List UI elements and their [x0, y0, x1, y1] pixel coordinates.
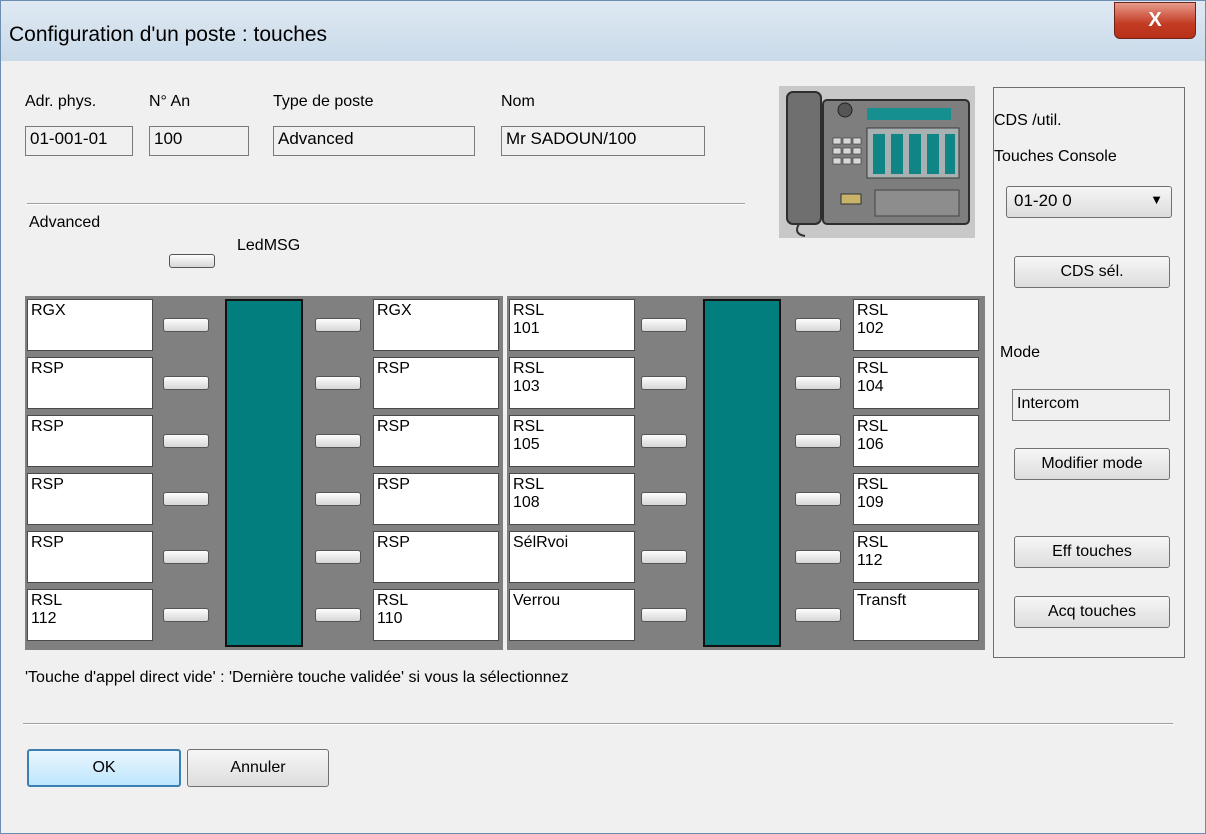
key-label[interactable]: RSP	[373, 531, 499, 583]
key-label[interactable]: SélRvoi	[509, 531, 635, 583]
line-key-button[interactable]	[795, 376, 841, 390]
line-key-button[interactable]	[795, 492, 841, 506]
key-label[interactable]: RSL 112	[27, 589, 153, 641]
line-key-button[interactable]	[641, 608, 687, 622]
line-key-button[interactable]	[163, 492, 209, 506]
key-label[interactable]: RSP	[27, 473, 153, 525]
line-key-button[interactable]	[163, 550, 209, 564]
key-label[interactable]: Verrou	[509, 589, 635, 641]
cancel-button[interactable]: Annuler	[187, 749, 329, 787]
phone-icon	[786, 91, 970, 237]
key-label[interactable]: RSL 112	[853, 531, 979, 583]
line-key-button[interactable]	[641, 376, 687, 390]
key-label[interactable]: RSL 105	[509, 415, 635, 467]
line-key-button[interactable]	[315, 318, 361, 332]
eff-touches-button[interactable]: Eff touches	[1014, 536, 1170, 568]
line-key-button[interactable]	[795, 608, 841, 622]
line-key-button[interactable]	[795, 434, 841, 448]
key-label[interactable]: RSL 110	[373, 589, 499, 641]
adr-label: Adr. phys.	[25, 93, 97, 110]
line-key-button[interactable]	[315, 492, 361, 506]
modifier-mode-button[interactable]: Modifier mode	[1014, 448, 1170, 480]
type-label: Type de poste	[273, 93, 374, 110]
mode-label: Mode	[1000, 344, 1041, 361]
key-label[interactable]: RSL 101	[509, 299, 635, 351]
line-key-button[interactable]	[641, 434, 687, 448]
line-key-button[interactable]	[641, 550, 687, 564]
window-title: Configuration d'un poste : touches	[9, 23, 328, 46]
line-key-button[interactable]	[315, 550, 361, 564]
display-strip-left	[225, 299, 303, 647]
cds-select-button[interactable]: CDS sél.	[1014, 256, 1170, 288]
footer-divider	[23, 723, 1173, 725]
cds-group: CDS /util. Touches Console 01-20 0 ▼ CDS…	[993, 87, 1185, 658]
phone-image	[779, 86, 975, 238]
led-msg-label: LedMSG	[237, 237, 301, 254]
key-label[interactable]: RSP	[27, 531, 153, 583]
key-panel-left: RGX RSP RSP RSP RSP RSL 112 RGX RSP RSP …	[25, 296, 503, 650]
display-strip-right	[703, 299, 781, 647]
header-divider	[27, 203, 745, 205]
range-select-value: 01-20 0	[1014, 191, 1072, 210]
mode-field[interactable]: Intercom	[1012, 389, 1170, 421]
line-key-button[interactable]	[795, 318, 841, 332]
chevron-down-icon: ▼	[1150, 192, 1163, 207]
key-label[interactable]: RSL 108	[509, 473, 635, 525]
line-key-button[interactable]	[315, 608, 361, 622]
key-label[interactable]: Transft	[853, 589, 979, 641]
type-field[interactable]: Advanced	[273, 126, 475, 156]
close-button[interactable]: X	[1114, 2, 1196, 39]
line-key-button[interactable]	[163, 318, 209, 332]
nom-field[interactable]: Mr SADOUN/100	[501, 126, 705, 156]
nan-label: N° An	[149, 93, 191, 110]
key-label[interactable]: RSP	[27, 415, 153, 467]
key-label[interactable]: RGX	[373, 299, 499, 351]
key-label[interactable]: RSP	[373, 473, 499, 525]
key-panel-right: RSL 101 RSL 103 RSL 105 RSL 108 SélRvoi …	[507, 296, 985, 650]
ok-button[interactable]: OK	[27, 749, 181, 787]
acq-touches-button[interactable]: Acq touches	[1014, 596, 1170, 628]
key-label[interactable]: RSL 102	[853, 299, 979, 351]
title-bar[interactable]: Configuration d'un poste : touches X	[1, 1, 1205, 61]
line-key-button[interactable]	[315, 434, 361, 448]
key-label[interactable]: RSP	[27, 357, 153, 409]
key-label[interactable]: RSL 104	[853, 357, 979, 409]
nan-field[interactable]: 100	[149, 126, 249, 156]
key-label[interactable]: RGX	[27, 299, 153, 351]
key-label[interactable]: RSP	[373, 357, 499, 409]
hint-text: 'Touche d'appel direct vide' : 'Dernière…	[25, 669, 569, 686]
config-window: Configuration d'un poste : touches X Adr…	[0, 0, 1206, 834]
close-icon: X	[1148, 9, 1162, 31]
range-select[interactable]: 01-20 0 ▼	[1006, 186, 1172, 218]
cds-label: CDS /util.	[994, 112, 1062, 129]
led-msg-indicator	[169, 254, 215, 268]
model-label: Advanced	[29, 214, 101, 231]
key-label[interactable]: RSL 103	[509, 357, 635, 409]
nom-label: Nom	[501, 93, 535, 110]
line-key-button[interactable]	[315, 376, 361, 390]
dialog-body: Adr. phys. 01-001-01 N° An 100 Type de p…	[9, 61, 1197, 821]
key-label[interactable]: RSL 106	[853, 415, 979, 467]
adr-field[interactable]: 01-001-01	[25, 126, 133, 156]
key-label[interactable]: RSL 109	[853, 473, 979, 525]
line-key-button[interactable]	[163, 434, 209, 448]
key-label[interactable]: RSP	[373, 415, 499, 467]
line-key-button[interactable]	[795, 550, 841, 564]
line-key-button[interactable]	[163, 376, 209, 390]
touches-console-label: Touches Console	[994, 148, 1117, 165]
line-key-button[interactable]	[163, 608, 209, 622]
line-key-button[interactable]	[641, 492, 687, 506]
line-key-button[interactable]	[641, 318, 687, 332]
